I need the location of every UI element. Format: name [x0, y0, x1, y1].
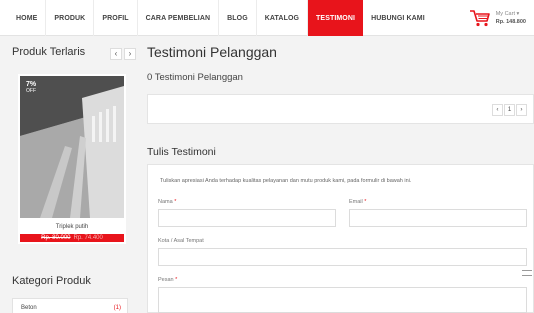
pagination: ‹ 1 › — [492, 104, 527, 116]
testimonial-list: ‹ 1 › — [147, 94, 534, 124]
email-label-text: Email — [349, 199, 363, 205]
testimonial-count: 0 Testimoni Pelanggan — [147, 72, 243, 83]
message-textarea[interactable] — [158, 287, 527, 313]
bestseller-arrows: ‹ › — [110, 48, 136, 60]
product-card[interactable]: 7% OFF Triplek putih Rp. 80.000 Rp. 74.4… — [18, 74, 126, 244]
pagination-prev[interactable]: ‹ — [492, 104, 503, 116]
discount-percent: 7% — [26, 81, 37, 88]
name-required-mark: * — [174, 199, 177, 205]
top-navigation: HOME PRODUK PROFIL CARA PEMBELIAN BLOG K… — [0, 0, 534, 36]
email-input[interactable] — [349, 209, 527, 227]
name-label: Nama * — [158, 199, 176, 205]
bestseller-title: Produk Terlaris — [12, 46, 86, 58]
nav-item-blog[interactable]: BLOG — [219, 0, 257, 36]
product-image-art — [20, 76, 124, 218]
price-bar: Rp. 80.000 Rp. 74.400 — [20, 234, 124, 242]
nav-item-cara-pembelian[interactable]: CARA PEMBELIAN — [138, 0, 220, 36]
bestseller-next-button[interactable]: › — [124, 48, 136, 60]
product-image[interactable]: 7% OFF — [20, 76, 124, 218]
cart-text: My Cart ▾ Rp. 148.800 — [496, 10, 526, 26]
shopping-cart-icon — [469, 10, 490, 27]
categories-list: Beton (1) — [12, 298, 128, 313]
product-name[interactable]: Triplek putih — [18, 224, 126, 230]
bestseller-prev-button[interactable]: ‹ — [110, 48, 122, 60]
message-label-text: Pesan — [158, 277, 174, 283]
form-intro: Tuliskan apresiasi Anda terhadap kualita… — [160, 178, 412, 184]
nav-menu: HOME PRODUK PROFIL CARA PEMBELIAN BLOG K… — [8, 0, 433, 36]
cart-label: My Cart ▾ — [495, 11, 520, 17]
testimonial-form: Tuliskan apresiasi Anda terhadap kualita… — [147, 164, 534, 313]
price-old: Rp. 80.000 — [41, 235, 71, 241]
pagination-next[interactable]: › — [516, 104, 527, 116]
discount-off-text: OFF — [26, 88, 36, 94]
nav-item-profil[interactable]: PROFIL — [94, 0, 138, 36]
city-label: Kota / Asal Tempat — [158, 238, 204, 244]
email-required-mark: * — [364, 199, 367, 205]
nav-item-produk[interactable]: PRODUK — [46, 0, 95, 36]
sidebar: Produk Terlaris ‹ › 7% OFF Triplek putih… — [0, 36, 140, 313]
nav-item-katalog[interactable]: KATALOG — [257, 0, 309, 36]
pagination-page[interactable]: 1 — [504, 104, 515, 116]
scroll-handle-icon[interactable] — [522, 270, 532, 276]
page-title: Testimoni Pelanggan — [147, 44, 277, 60]
message-required-mark: * — [175, 277, 178, 283]
email-label: Email * — [349, 199, 366, 205]
form-title: Tulis Testimoni — [147, 146, 216, 158]
main-content: Testimoni Pelanggan 0 Testimoni Pelangga… — [140, 36, 534, 313]
category-count: (1) — [113, 305, 121, 311]
discount-badge: 7% OFF — [26, 81, 36, 95]
categories-title: Kategori Produk — [12, 275, 91, 287]
price-new: Rp. 74.400 — [73, 235, 103, 241]
nav-item-hubungi-kami[interactable]: HUBUNGI KAMI — [363, 0, 433, 36]
category-name[interactable]: Beton — [21, 305, 37, 311]
city-input[interactable] — [158, 248, 527, 266]
category-item[interactable]: Beton (1) — [21, 305, 121, 311]
nav-item-testimoni[interactable]: TESTIMONI — [308, 0, 364, 36]
cart-widget[interactable]: My Cart ▾ Rp. 148.800 — [469, 7, 526, 29]
bestseller-header: Produk Terlaris ‹ › — [8, 46, 136, 62]
name-label-text: Nama — [158, 199, 173, 205]
nav-item-home[interactable]: HOME — [8, 0, 47, 36]
message-label: Pesan * — [158, 277, 177, 283]
name-input[interactable] — [158, 209, 336, 227]
cart-amount: Rp. 148.800 — [495, 19, 526, 25]
